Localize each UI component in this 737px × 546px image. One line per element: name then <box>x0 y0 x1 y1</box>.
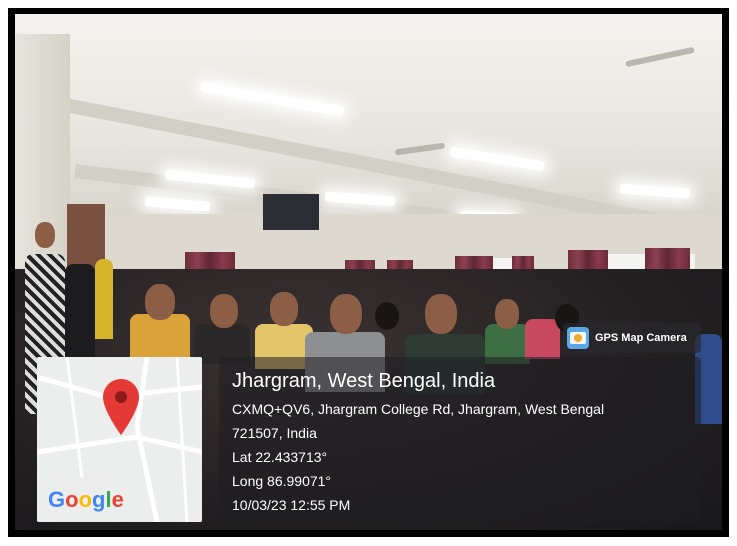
address-line-1: CXMQ+QV6, Jhargram College Rd, Jhargram,… <box>232 401 605 417</box>
google-logo: Google <box>48 487 124 512</box>
wall-tv <box>263 194 319 230</box>
latitude: Lat 22.433713° <box>232 449 328 465</box>
face <box>35 222 55 248</box>
map-thumbnail: Google <box>37 357 202 522</box>
address-line-2: 721507, India <box>232 425 317 441</box>
face <box>270 292 298 326</box>
face <box>495 299 519 329</box>
face <box>145 284 175 320</box>
gps-map-camera-icon <box>567 327 589 349</box>
location-title: Jhargram, West Bengal, India <box>232 370 496 392</box>
longitude: Long 86.99071° <box>232 473 332 489</box>
seated-person <box>525 319 560 359</box>
face <box>210 294 238 328</box>
face <box>330 294 362 334</box>
timestamp: 10/03/23 12:55 PM <box>232 497 351 513</box>
face <box>425 294 457 334</box>
gps-badge-label: GPS Map Camera <box>595 332 687 344</box>
standing-person <box>95 259 113 339</box>
head <box>375 302 399 330</box>
